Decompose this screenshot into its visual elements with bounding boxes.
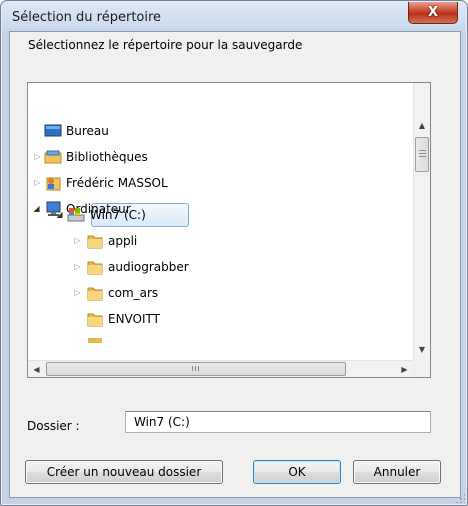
scrollbar-corner <box>413 360 430 377</box>
title-bar[interactable]: Sélection du répertoire X <box>2 2 466 32</box>
close-icon: X <box>427 5 439 20</box>
folder-icon <box>87 313 103 327</box>
expand-arrow-icon[interactable]: ▷ <box>33 152 42 161</box>
scroll-grip-icon: III <box>191 365 201 373</box>
folder-input[interactable] <box>125 411 431 433</box>
instruction-text: Sélectionnez le répertoire pour la sauve… <box>28 38 303 52</box>
window-title: Sélection du répertoire <box>12 10 162 25</box>
dialog-window: Sélection du répertoire X Sélectionnez l… <box>0 0 468 506</box>
tree-item-label: appli <box>108 234 138 248</box>
folder-label: Dossier : <box>27 419 80 433</box>
scroll-right-button[interactable]: ▶ <box>396 361 413 377</box>
scroll-down-button[interactable]: ▼ <box>414 341 430 358</box>
folder-icon <box>87 261 103 275</box>
tree-item-user[interactable]: ▷ Frédéric MASSOL <box>28 171 408 195</box>
arrow-left-icon: ◀ <box>33 364 40 374</box>
desktop-icon <box>44 124 62 137</box>
tree-item-bibliotheques[interactable]: ▷ Bibliothèques <box>28 145 408 169</box>
arrow-down-icon: ▼ <box>418 345 426 354</box>
close-button[interactable]: X <box>408 2 458 24</box>
tree-item-com-ars[interactable]: ▷ com_ars <box>28 281 408 305</box>
folder-icon <box>88 338 102 343</box>
collapse-arrow-icon[interactable]: ◢ <box>55 210 64 219</box>
tree-item-label: com_ars <box>108 286 159 300</box>
folder-icon <box>87 287 103 301</box>
scroll-up-button[interactable]: ▲ <box>414 117 430 134</box>
tree-item-label: Win7 (C:) <box>90 208 146 222</box>
vertical-scroll-thumb[interactable] <box>415 137 429 172</box>
new-folder-button[interactable]: Créer un nouveau dossier <box>25 460 223 484</box>
tree-item-label: Bibliothèques <box>66 150 148 164</box>
ok-button[interactable]: OK <box>253 460 341 484</box>
vertical-scrollbar[interactable]: ▲ ▼ <box>413 83 430 360</box>
tree-item-label: audiograbber <box>108 260 189 274</box>
scroll-left-button[interactable]: ◀ <box>28 361 45 377</box>
tree-item-bureau[interactable]: Bureau <box>28 119 408 143</box>
tree-item-win7-drive[interactable]: ◢ Win7 (C:) <box>28 203 408 227</box>
expand-arrow-icon[interactable]: ▷ <box>73 236 82 245</box>
tree-item-label: Bureau <box>66 124 109 138</box>
libraries-icon <box>44 150 62 164</box>
drive-icon <box>67 208 85 222</box>
expand-arrow-icon[interactable]: ▷ <box>33 178 42 187</box>
tree-item-label: Frédéric MASSOL <box>66 176 168 190</box>
expand-arrow-icon[interactable]: ▷ <box>73 288 82 297</box>
horizontal-scrollbar[interactable]: ◀ III ▶ <box>28 360 413 377</box>
folder-icon <box>87 235 103 249</box>
folder-tree[interactable]: Bureau ▷ Bibliothèques ▷ Frédéric MASSOL… <box>27 82 431 378</box>
expand-arrow-icon[interactable]: ▷ <box>73 262 82 271</box>
tree-item-appli[interactable]: ▷ appli <box>28 229 408 253</box>
tree-item-envoitt[interactable]: ENVOITT <box>28 307 408 331</box>
tree-item-label: ENVOITT <box>108 312 160 326</box>
cancel-button[interactable]: Annuler <box>353 460 441 484</box>
user-folder-icon <box>46 177 61 191</box>
arrow-right-icon: ▶ <box>401 364 408 374</box>
horizontal-scroll-thumb[interactable]: III <box>46 362 346 376</box>
tree-item-audiograbber[interactable]: ▷ audiograbber <box>28 255 408 279</box>
arrow-up-icon: ▲ <box>418 121 426 130</box>
